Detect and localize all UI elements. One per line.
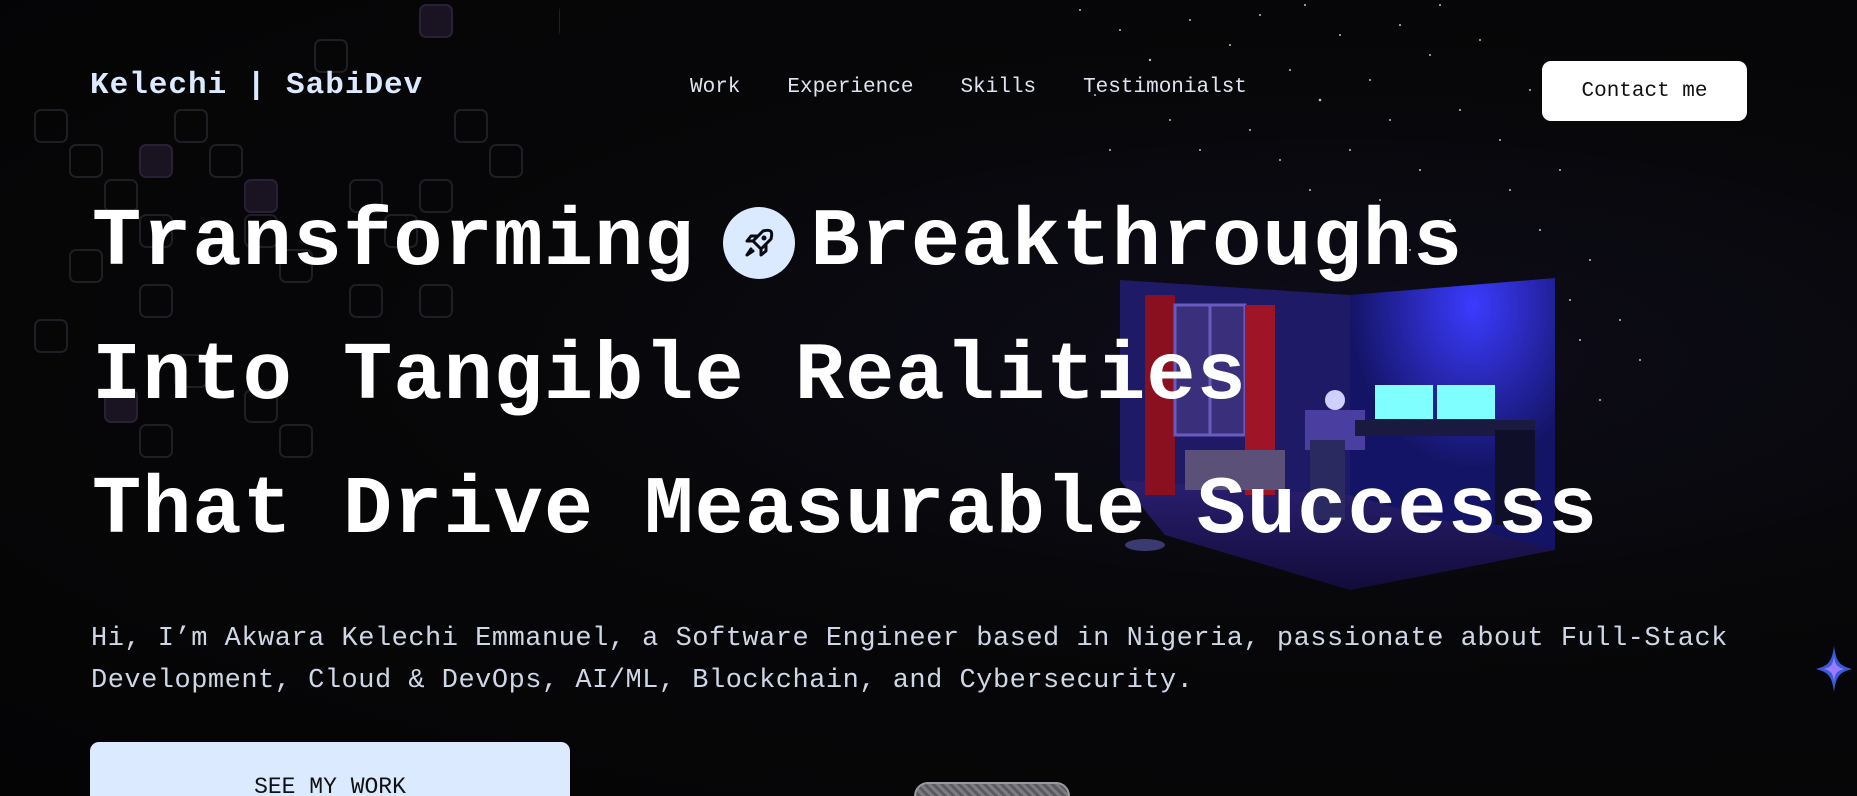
hero-section: Kelechi | SabiDev Work Experience Skills… (0, 0, 1857, 796)
nav-item-experience[interactable]: Experience (787, 76, 913, 99)
main-nav: Work Experience Skills Testimonialst (690, 76, 1247, 99)
scroll-indicator[interactable] (914, 782, 1070, 796)
hero-headline-line-1: Transforming Breakthroughs (92, 196, 1463, 289)
headline-word-breakthroughs: Breakthroughs (810, 196, 1464, 289)
rocket-icon (722, 206, 795, 279)
nav-item-work[interactable]: Work (690, 76, 740, 99)
nav-item-testimonials[interactable]: Testimonialst (1083, 76, 1247, 99)
headline-word-transforming: Transforming (92, 196, 695, 289)
brand-logo[interactable]: Kelechi | SabiDev (90, 68, 423, 103)
contact-button[interactable]: Contact me (1542, 61, 1747, 121)
see-my-work-button[interactable]: SEE MY WORK (90, 742, 570, 796)
hero-headline-line-3: That Drive Measurable Successs (92, 464, 1599, 557)
sparkle-icon (1816, 646, 1852, 692)
hero-intro-text: Hi, I’m Akwara Kelechi Emmanuel, a Softw… (91, 624, 1728, 696)
nav-item-skills[interactable]: Skills (960, 76, 1036, 99)
hero-headline-line-2: Into Tangible Realities (92, 330, 1247, 423)
